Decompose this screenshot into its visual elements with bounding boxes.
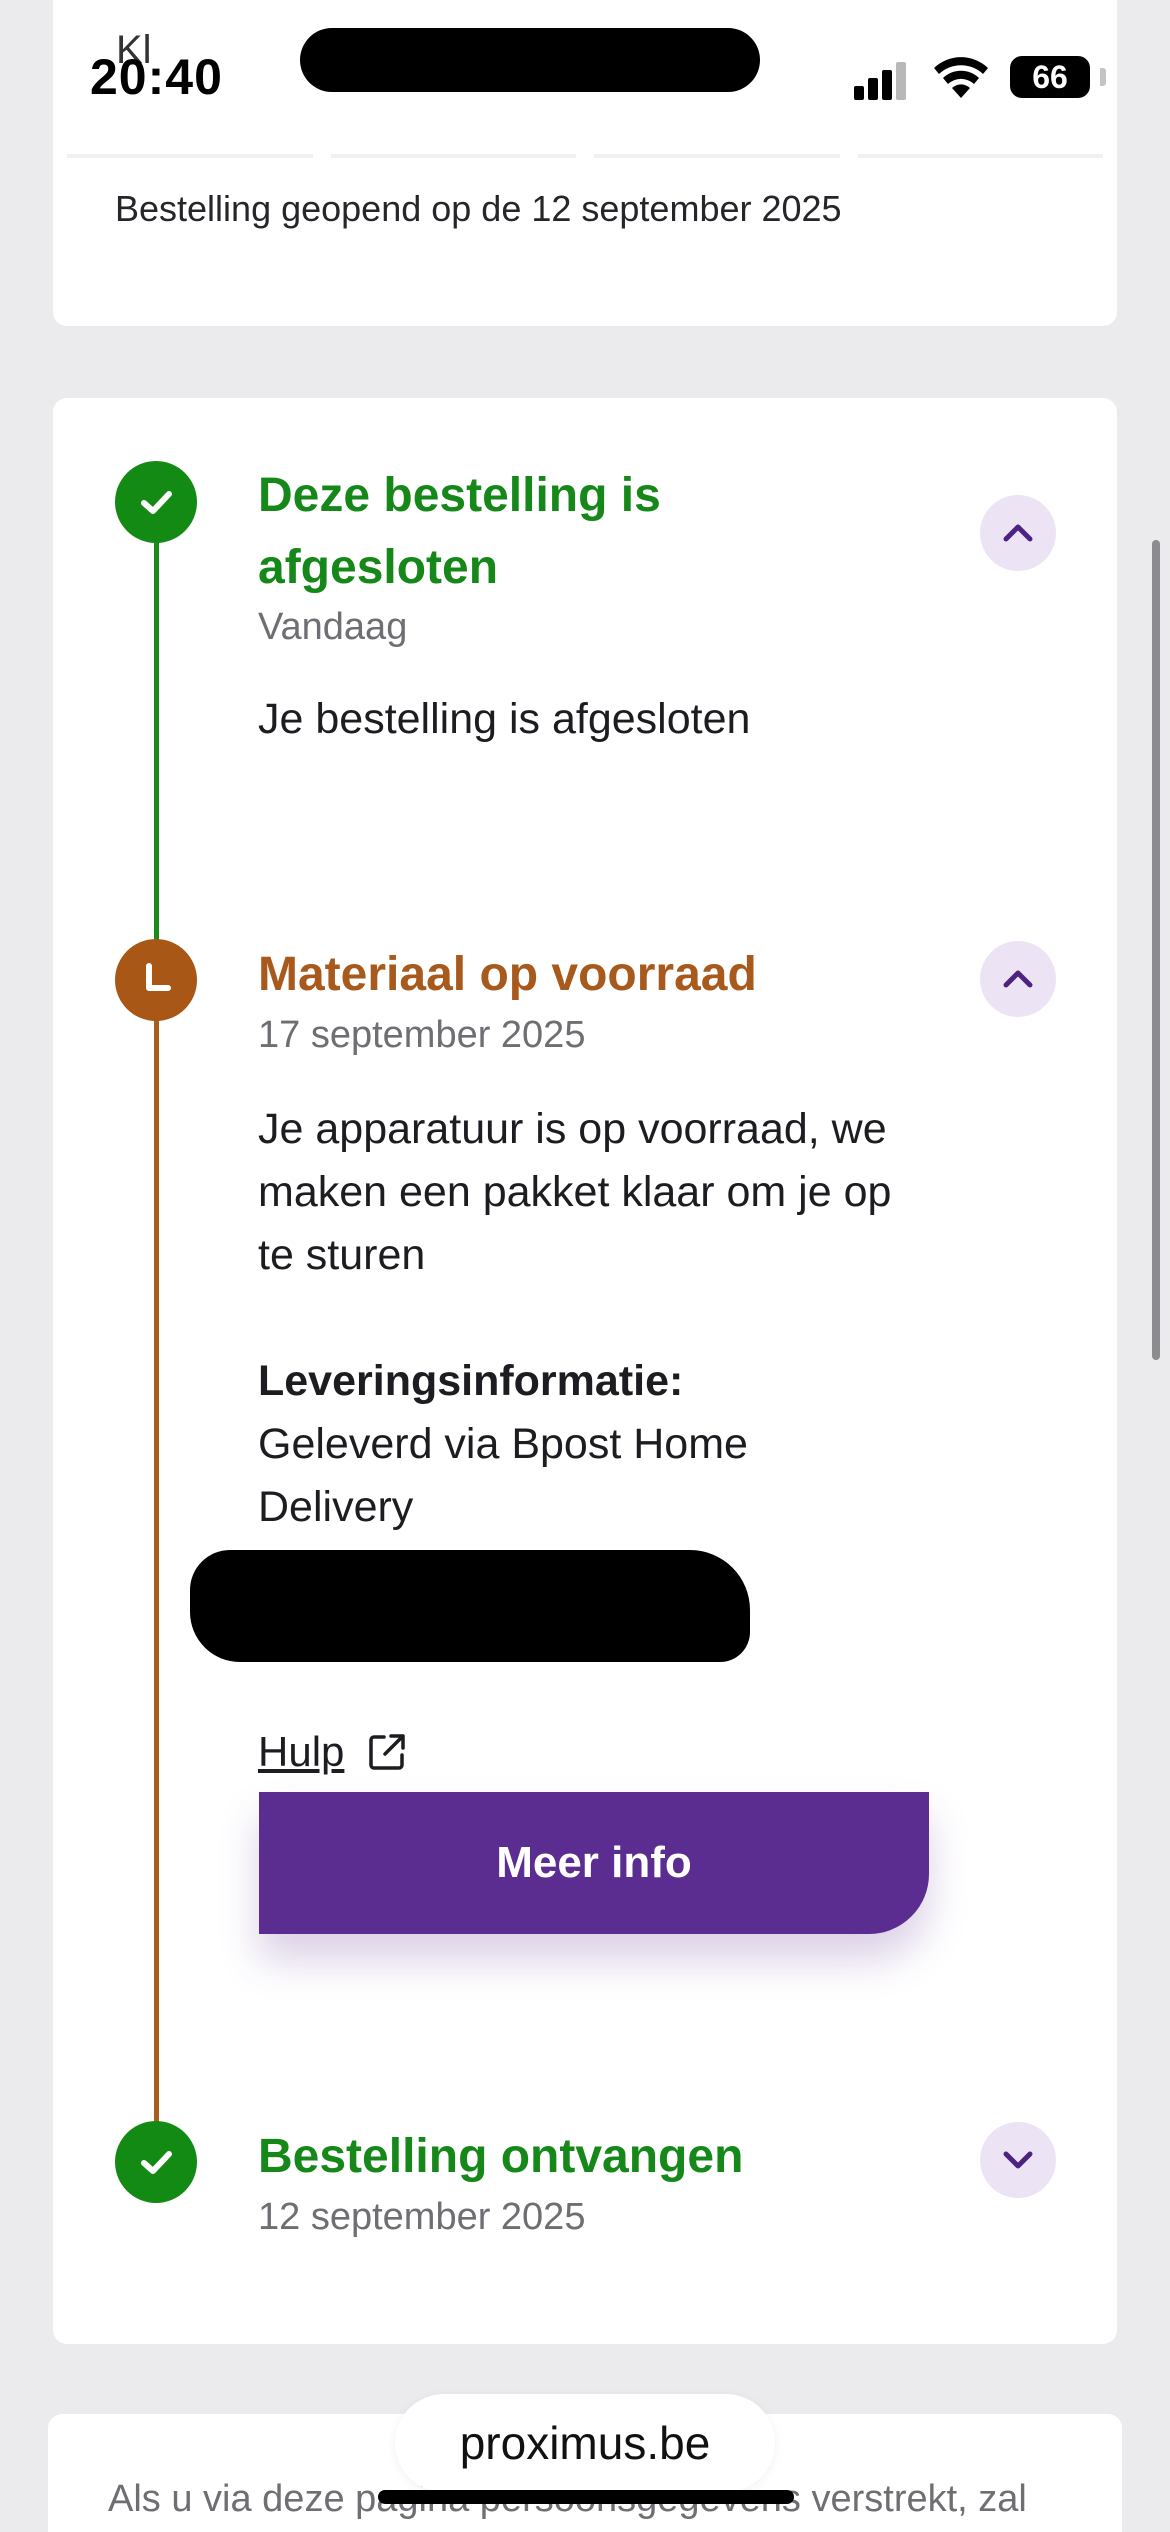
help-link[interactable]: Hulp xyxy=(258,1728,408,1776)
timeline-connector-green xyxy=(154,540,159,940)
battery-icon: 66 xyxy=(1010,56,1106,98)
battery-level: 66 xyxy=(1032,59,1068,95)
home-indicator[interactable] xyxy=(378,2490,794,2504)
step-description: Je apparatuur is op voorraad, we maken e… xyxy=(258,1105,892,1279)
collapse-step-button[interactable] xyxy=(980,941,1056,1017)
step-title-order-received: Bestelling ontvangen xyxy=(258,2130,744,2183)
chevron-down-icon xyxy=(1003,2151,1033,2169)
collapse-step-button[interactable] xyxy=(980,495,1056,571)
external-link-icon xyxy=(369,1734,406,1770)
browser-address-bar[interactable]: proximus.be xyxy=(395,2394,775,2492)
expand-step-button[interactable] xyxy=(980,2122,1056,2198)
clock-pending-icon xyxy=(115,939,197,1021)
step-title-order-closed: Deze bestelling is afgesloten xyxy=(258,469,661,594)
status-bar: Kl 20:40 66 xyxy=(0,0,1170,140)
chevron-up-icon xyxy=(1003,524,1033,542)
step-date: Vandaag xyxy=(258,606,408,648)
completed-check-icon xyxy=(115,461,197,543)
more-info-button[interactable]: Meer info xyxy=(259,1792,929,1934)
delivery-info: Leveringsinformatie: Geleverd via Bpost … xyxy=(258,1350,748,1539)
redaction-block xyxy=(300,28,760,92)
timeline-connector-brown xyxy=(154,1020,159,2140)
step-date: 17 september 2025 xyxy=(258,1014,586,1056)
scrollbar[interactable] xyxy=(1152,540,1160,1360)
step-date: 12 september 2025 xyxy=(258,2196,586,2238)
completed-check-icon xyxy=(115,2121,197,2203)
wifi-icon xyxy=(934,57,988,98)
delivery-info-heading: Leveringsinformatie: xyxy=(258,1357,684,1405)
cellular-signal-icon xyxy=(854,60,914,100)
step-description: Je bestelling is afgesloten xyxy=(258,695,751,743)
step-title-material-in-stock: Materiaal op voorraad xyxy=(258,948,757,1001)
order-opened-date: Bestelling geopend op de 12 september 20… xyxy=(115,188,842,229)
chevron-up-icon xyxy=(1003,970,1033,988)
order-status-screen: Bestelling geopend op de 12 september 20… xyxy=(0,0,1170,2532)
clock: 20:40 xyxy=(90,49,223,105)
redaction-block xyxy=(190,1550,750,1662)
